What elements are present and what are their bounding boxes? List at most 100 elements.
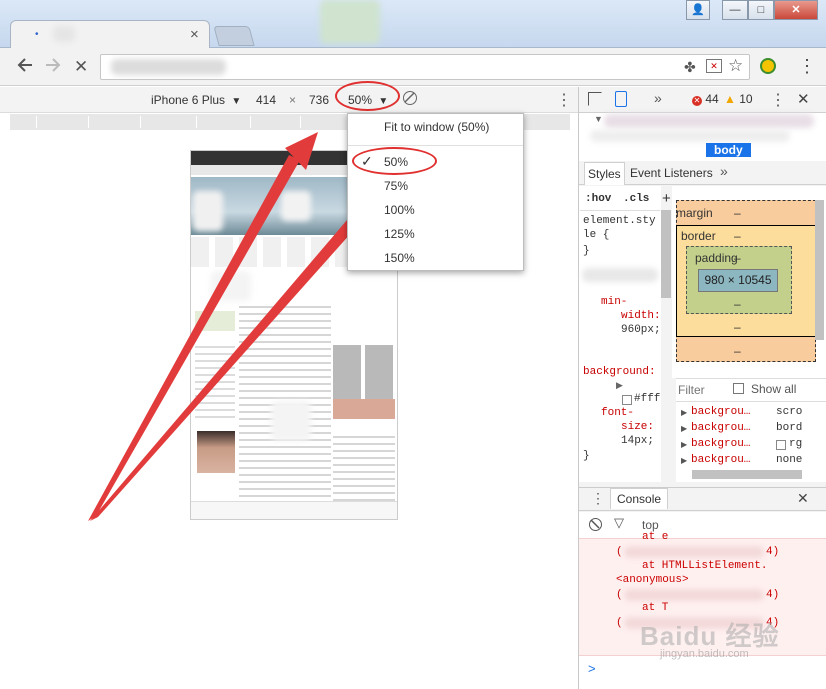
- expand-triangle-icon[interactable]: ▶: [681, 456, 687, 465]
- menu-separator: [348, 145, 523, 146]
- zoom-option-fit[interactable]: Fit to window (50%): [384, 120, 489, 134]
- devtools-menu-icon[interactable]: ⋮: [770, 90, 786, 110]
- new-style-rule-icon[interactable]: +: [662, 190, 671, 207]
- prop-font-size-1: font-: [601, 407, 635, 419]
- prop-background: background:: [583, 366, 656, 378]
- tree-expand-icon[interactable]: ▼: [594, 114, 603, 124]
- hov-toggle[interactable]: :hov: [585, 193, 611, 205]
- show-all-label: Show all: [751, 382, 797, 396]
- prop-min-width-1: min-: [601, 296, 628, 308]
- element-style-line-2: le {: [583, 229, 610, 241]
- drawer-menu-icon[interactable]: ⋮: [591, 490, 605, 507]
- filter-funnel-icon[interactable]: ▽: [614, 515, 624, 531]
- show-all-checkbox[interactable]: [733, 383, 744, 394]
- warning-count-badge[interactable]: ▲ 10: [724, 92, 753, 106]
- padding-top-value: –: [734, 251, 741, 265]
- expand-triangle-icon[interactable]: ▶: [616, 380, 623, 391]
- border-bottom-value: –: [734, 320, 741, 334]
- computed-prop-name[interactable]: backgrou…: [691, 406, 750, 418]
- stack-line: at e: [642, 531, 669, 543]
- box-model-content[interactable]: 980 × 10545: [698, 269, 778, 292]
- user-profile-button[interactable]: 👤: [686, 0, 710, 20]
- console-prompt[interactable]: >: [588, 661, 596, 676]
- prop-min-width-2: width:: [621, 310, 661, 322]
- prop-min-width-value: 960px;: [621, 324, 661, 336]
- computed-prop-value: rg: [789, 438, 803, 450]
- red-arrows-annotation: [88, 132, 385, 521]
- zoom-option-125[interactable]: 125%: [384, 227, 415, 241]
- border-label: border: [681, 229, 716, 243]
- stack-line: 4): [766, 589, 780, 601]
- devtools-close-icon[interactable]: ✕: [797, 90, 810, 108]
- extension-blocked-icon[interactable]: ✕: [706, 59, 722, 73]
- tab-styles[interactable]: Styles: [584, 162, 625, 185]
- stack-line: 4): [766, 546, 780, 558]
- prop-font-size-2: size:: [621, 421, 655, 433]
- tab-console[interactable]: Console: [610, 488, 669, 509]
- computed-prop-name[interactable]: backgrou…: [691, 422, 750, 434]
- styles-divider: [580, 210, 660, 211]
- stack-line: at HTMLListElement.: [642, 560, 768, 572]
- expand-triangle-icon[interactable]: ▶: [681, 408, 687, 417]
- zoom-option-150[interactable]: 150%: [384, 251, 415, 265]
- minimize-button[interactable]: —: [722, 0, 748, 20]
- styles-scrollbar[interactable]: [661, 210, 671, 298]
- stack-line: (: [616, 546, 623, 558]
- color-swatch[interactable]: [776, 440, 786, 450]
- stack-line-blurred: [624, 589, 764, 601]
- color-swatch[interactable]: [622, 395, 632, 405]
- extension-puzzle-icon[interactable]: ✤: [684, 59, 696, 76]
- zoom-option-100[interactable]: 100%: [384, 203, 415, 217]
- cls-toggle[interactable]: .cls: [623, 193, 649, 205]
- prop-font-size-value: 14px;: [621, 435, 655, 447]
- tree-line-blurred: [590, 130, 790, 142]
- close-window-button[interactable]: ✕: [774, 0, 818, 20]
- tree-line-blurred: [604, 114, 814, 128]
- zoom-option-75[interactable]: 75%: [384, 179, 408, 193]
- clear-console-icon[interactable]: [589, 518, 602, 531]
- computed-prop-name[interactable]: backgrou…: [691, 438, 750, 450]
- maximize-button[interactable]: □: [748, 0, 774, 20]
- expand-triangle-icon[interactable]: ▶: [681, 424, 687, 433]
- padding-label: padding: [695, 251, 738, 265]
- computed-prop-value: none: [776, 454, 803, 466]
- computed-h-scrollbar[interactable]: [692, 470, 802, 479]
- element-style-line-1: element.sty: [583, 215, 656, 227]
- watermark-url: jingyan.baidu.com: [660, 648, 749, 660]
- margin-top-value: –: [734, 206, 741, 220]
- padding-bottom-value: –: [734, 297, 741, 311]
- tab-event-listeners[interactable]: Event Listeners: [630, 166, 713, 180]
- breadcrumb-body[interactable]: body: [706, 143, 751, 157]
- device-mode-icon[interactable]: [615, 91, 627, 107]
- stack-line: <anonymous>: [616, 574, 689, 586]
- prop-background-value: #fff: [634, 393, 661, 405]
- border-top-value: –: [734, 229, 741, 243]
- error-count-badge[interactable]: ✕ 44: [692, 92, 719, 106]
- computed-prop-value: scro: [776, 406, 803, 418]
- extension-green-icon[interactable]: [760, 58, 776, 74]
- warning-icon: ▲: [724, 92, 736, 106]
- computed-prop-name[interactable]: backgrou…: [691, 454, 750, 466]
- element-style-line-3: }: [583, 245, 590, 257]
- zoom-dropdown-menu: [347, 113, 524, 271]
- stack-line-blurred: [624, 546, 764, 558]
- expand-triangle-icon[interactable]: ▶: [681, 440, 687, 449]
- inspect-element-icon[interactable]: [588, 92, 602, 106]
- more-panels-icon[interactable]: »: [654, 90, 662, 106]
- zoom-option-highlight-ellipse: [352, 147, 437, 175]
- stack-line: at T: [642, 602, 669, 614]
- error-icon: ✕: [692, 96, 702, 106]
- box-model-scrollbar[interactable]: [815, 200, 824, 340]
- computed-filter-input[interactable]: [678, 381, 728, 399]
- bookmark-star-icon[interactable]: ☆: [728, 56, 743, 76]
- browser-menu-icon[interactable]: ⋮: [798, 56, 816, 77]
- stack-line: (: [616, 617, 623, 629]
- more-tabs-icon[interactable]: »: [720, 163, 728, 179]
- drawer-close-icon[interactable]: ✕: [797, 490, 809, 507]
- selector-blurred: [582, 268, 658, 282]
- stack-line: (: [616, 589, 623, 601]
- margin-label: margin: [676, 206, 713, 220]
- console-context-select[interactable]: top: [642, 518, 659, 532]
- computed-prop-value: bord: [776, 422, 803, 434]
- warning-count: 10: [739, 92, 753, 106]
